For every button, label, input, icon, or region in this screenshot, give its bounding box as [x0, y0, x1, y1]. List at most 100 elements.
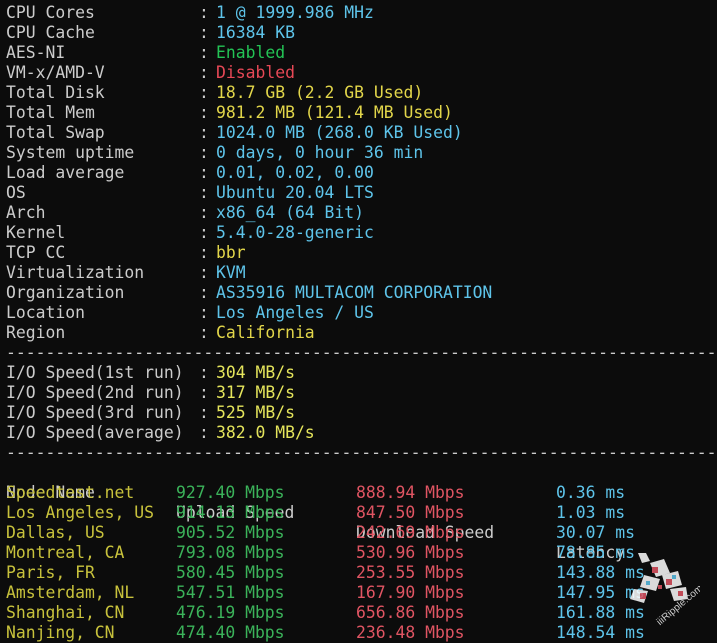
download-speed: 656.86 Mbps: [356, 603, 465, 622]
node-name: Dallas, US: [6, 523, 105, 542]
label-kernel: Kernel: [6, 223, 66, 242]
io-speed-value: 525 MB/s: [216, 403, 295, 422]
colon: :: [199, 303, 209, 322]
label-tcp-cc: TCP CC: [6, 243, 66, 262]
system-info-block: CPU Cores:1 @ 1999.986 MHz CPU Cache:1638…: [6, 3, 717, 343]
value-os: Ubuntu 20.04 LTS: [216, 183, 374, 202]
colon: :: [199, 3, 209, 22]
value-virtualization: KVM: [216, 263, 246, 282]
upload-speed: 927.40 Mbps: [176, 483, 285, 502]
colon: :: [199, 123, 209, 142]
system-info-row: CPU Cores:1 @ 1999.986 MHz: [6, 3, 717, 23]
colon: :: [199, 363, 209, 382]
io-speed-row: I/O Speed(1st run):304 MB/s: [6, 363, 717, 383]
ripple-logo-icon: iiiRipple.com: [620, 545, 705, 630]
colon: :: [199, 23, 209, 42]
colon: :: [199, 403, 209, 422]
system-info-row: Load average:0.01, 0.02, 0.00: [6, 163, 717, 183]
system-info-row: AES-NI: Enabled: [6, 43, 717, 63]
system-info-row: TCP CC: bbr: [6, 243, 717, 263]
label-total-mem: Total Mem: [6, 103, 95, 122]
value-vm-x-amd-v: Disabled: [216, 63, 295, 82]
io-speed-block: I/O Speed(1st run):304 MB/s I/O Speed(2nd…: [6, 363, 717, 443]
speedtest-row: Speedtest.net 927.40 Mbps 888.94 Mbps 0.36 …: [6, 483, 717, 503]
system-info-row: Total Mem:981.2 MB (121.4 MB Used): [6, 103, 717, 123]
latency: 0.36 ms: [556, 483, 626, 502]
colon: :: [199, 203, 209, 222]
system-info-row: Arch: x86_64 (64 Bit): [6, 203, 717, 223]
colon: :: [199, 263, 209, 282]
latency: 1.03 ms: [556, 503, 626, 522]
value-load-average: 0.01, 0.02, 0.00: [216, 163, 374, 182]
download-speed: 847.50 Mbps: [356, 503, 465, 522]
value-total-disk: 18.7 GB (2.2 GB Used): [216, 83, 424, 102]
label-virtualization: Virtualization: [6, 263, 145, 282]
upload-speed: 580.45 Mbps: [176, 563, 285, 582]
node-name: Los Angeles, US: [6, 503, 155, 522]
system-info-row: Kernel:5.4.0-28-generic: [6, 223, 717, 243]
label-aes-ni: AES-NI: [6, 43, 66, 62]
system-info-row: Region: California: [6, 323, 717, 343]
io-speed-label: I/O Speed(average): [6, 423, 184, 442]
io-speed-value: 317 MB/s: [216, 383, 295, 402]
value-aes-ni: Enabled: [216, 43, 286, 62]
label-total-swap: Total Swap: [6, 123, 105, 142]
label-system-uptime: System uptime: [6, 143, 135, 162]
download-speed: 167.90 Mbps: [356, 583, 465, 602]
download-speed: 242.69 Mbps: [356, 523, 465, 542]
value-arch: x86_64 (64 Bit): [216, 203, 365, 222]
upload-speed: 476.19 Mbps: [176, 603, 285, 622]
value-location: Los Angeles / US: [216, 303, 374, 322]
upload-speed: 914.13 Mbps: [176, 503, 285, 522]
system-info-row: Location: Los Angeles / US: [6, 303, 717, 323]
system-info-row: CPU Cache:16384 KB: [6, 23, 717, 43]
label-location: Location: [6, 303, 85, 322]
label-region: Region: [6, 323, 66, 342]
label-total-disk: Total Disk: [6, 83, 105, 102]
speedtest-row: Montreal, CA 793.08 Mbps 530.96 Mbps 78.85 …: [6, 543, 717, 563]
value-total-mem: 981.2 MB (121.4 MB Used): [216, 103, 453, 122]
upload-speed: 547.51 Mbps: [176, 583, 285, 602]
node-name: Montreal, CA: [6, 543, 125, 562]
colon: :: [199, 283, 209, 302]
system-info-row: Total Swap:1024.0 MB (268.0 KB Used): [6, 123, 717, 143]
colon: :: [199, 243, 209, 262]
value-cpu-cores: 1 @ 1999.986 MHz: [216, 3, 374, 22]
upload-speed: 793.08 Mbps: [176, 543, 285, 562]
value-cpu-cache: 16384 KB: [216, 23, 295, 42]
colon: :: [199, 103, 209, 122]
value-organization: AS35916 MULTACOM CORPORATION: [216, 283, 493, 302]
speedtest-row: Paris, FR 580.45 Mbps 253.55 Mbps 143.88 ms: [6, 563, 717, 583]
value-system-uptime: 0 days, 0 hour 36 min: [216, 143, 424, 162]
node-name: Shanghai, CN: [6, 603, 125, 622]
label-organization: Organization: [6, 283, 125, 302]
label-cpu-cores: CPU Cores: [6, 3, 95, 22]
colon: :: [199, 183, 209, 202]
value-total-swap: 1024.0 MB (268.0 KB Used): [216, 123, 463, 142]
colon: :: [199, 163, 209, 182]
system-info-row: VM-x/AMD-V: Disabled: [6, 63, 717, 83]
label-vm-x-amd-v: VM-x/AMD-V: [6, 63, 105, 82]
label-cpu-cache: CPU Cache: [6, 23, 95, 42]
io-speed-label: I/O Speed(1st run): [6, 363, 184, 382]
label-arch: Arch: [6, 203, 46, 222]
latency: 30.07 ms: [556, 523, 635, 542]
terminal-output: CPU Cores:1 @ 1999.986 MHz CPU Cache:1638…: [6, 3, 717, 643]
io-speed-label: I/O Speed(3rd run): [6, 403, 184, 422]
download-speed: 236.48 Mbps: [356, 623, 465, 642]
value-tcp-cc: bbr: [216, 243, 246, 262]
node-name: Amsterdam, NL: [6, 583, 135, 602]
colon: :: [199, 423, 209, 442]
speedtest-row: Dallas, US 905.52 Mbps 242.69 Mbps 30.07 ms: [6, 523, 717, 543]
io-speed-value: 304 MB/s: [216, 363, 295, 382]
speedtest-row: Los Angeles, US 914.13 Mbps 847.50 Mbps 1.0…: [6, 503, 717, 523]
label-os: OS: [6, 183, 26, 202]
speedtest-header-row: Node Name Upload Speed Download Speed La…: [6, 463, 717, 562]
node-name: Nanjing, CN: [6, 623, 115, 642]
label-load-average: Load average: [6, 163, 125, 182]
colon: :: [199, 43, 209, 62]
speedtest-row: Shanghai, CN 476.19 Mbps 656.86 Mbps 161.88…: [6, 603, 717, 623]
io-speed-value: 382.0 MB/s: [216, 423, 315, 442]
system-info-row: OS: Ubuntu 20.04 LTS: [6, 183, 717, 203]
speedtest-row: Nanjing, CN 474.40 Mbps 236.48 Mbps 148.54 …: [6, 623, 717, 643]
